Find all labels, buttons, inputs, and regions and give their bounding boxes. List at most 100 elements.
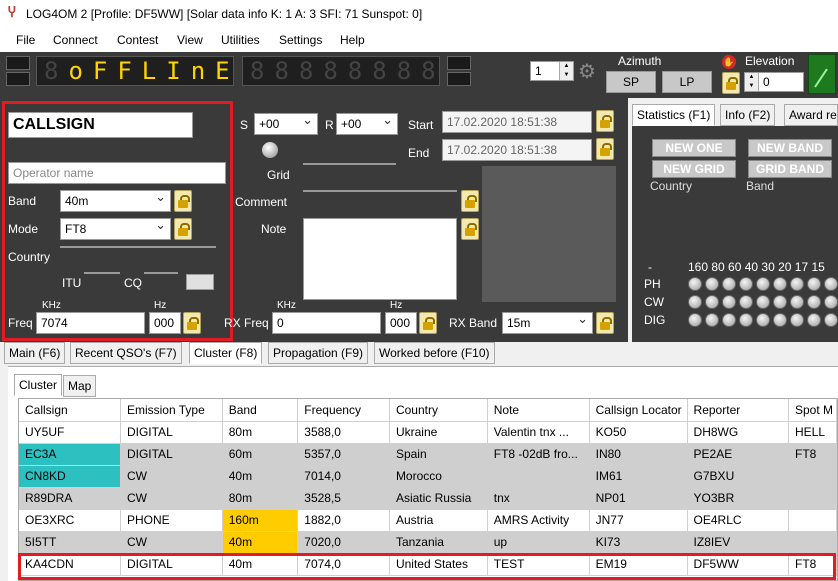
table-cell: 40m xyxy=(222,531,299,554)
rx-freq-khz-input[interactable]: 0 xyxy=(272,312,381,334)
table-cell: IZ8IEV xyxy=(687,531,789,554)
callsign-panel-highlight xyxy=(2,101,233,341)
band-led-icon xyxy=(773,295,787,309)
tab-propagation[interactable]: Propagation (F9) xyxy=(268,342,369,364)
table-row[interactable]: EC3A DIGITAL 60m 5357,0 Spain FT8 -02dB fro..… xyxy=(19,443,838,466)
offline-display: 8oFFLInE xyxy=(44,57,240,85)
spin-arrows-icon[interactable]: ▲ ▼ xyxy=(559,62,573,80)
table-cell: JN77 xyxy=(589,509,688,532)
table-cell: Spain xyxy=(389,443,488,466)
sp-button[interactable]: SP xyxy=(606,71,656,93)
stop-hand-icon[interactable]: ✋ xyxy=(722,55,736,69)
rx-hz-label: Hz xyxy=(390,300,403,311)
table-cell: 160m xyxy=(222,509,299,532)
column-header[interactable]: Spot M xyxy=(788,399,838,422)
note-textarea[interactable] xyxy=(303,218,457,300)
table-cell: Valentin tnx ... xyxy=(487,421,590,444)
rst-rcvd-select[interactable]: +00 xyxy=(336,113,398,135)
lock-icon[interactable] xyxy=(461,190,479,212)
table-cell: CW xyxy=(120,487,223,510)
comment-select[interactable] xyxy=(303,190,457,192)
lock-icon[interactable] xyxy=(419,312,437,334)
table-row[interactable]: CN8KD CW 40m 7014,0 Morocco IM61 G7BXU xyxy=(19,465,838,488)
spin-arrows-icon[interactable]: ▲ ▼ xyxy=(745,73,759,91)
lock-icon[interactable] xyxy=(461,218,479,240)
menu-utilities[interactable]: Utilities xyxy=(221,32,260,48)
tab-info[interactable]: Info (F2) xyxy=(720,104,776,126)
signal-icon xyxy=(808,54,836,94)
status-led xyxy=(447,56,471,70)
column-header[interactable]: Frequency xyxy=(297,399,390,422)
selected-spot-highlight xyxy=(18,553,836,580)
column-header[interactable]: Callsign Locator xyxy=(589,399,688,422)
column-header[interactable]: Band xyxy=(222,399,299,422)
start-time-input[interactable]: 17.02.2020 18:51:38 xyxy=(442,111,592,133)
rig-selector[interactable]: 1 ▲ ▼ xyxy=(530,61,574,81)
table-cell: IM61 xyxy=(589,465,688,488)
table-cell: R89DRA xyxy=(19,487,121,510)
table-cell: 80m xyxy=(222,421,299,444)
band-led-icon xyxy=(756,277,770,291)
menu-file[interactable]: File xyxy=(16,32,35,48)
menu-contest[interactable]: Contest xyxy=(117,32,158,48)
menu-connect[interactable]: Connect xyxy=(53,32,98,48)
table-cell: 7020,0 xyxy=(297,531,390,554)
rx-freq-hz-input[interactable]: 000 xyxy=(385,312,417,334)
column-header[interactable]: Note xyxy=(487,399,590,422)
new-grid-indicator: NEW GRID xyxy=(652,160,736,178)
r-label: R xyxy=(325,118,334,132)
band-led-icon xyxy=(705,277,719,291)
lock-icon[interactable] xyxy=(722,72,740,94)
stats-row-ph: PH xyxy=(644,277,661,291)
band-led-icon xyxy=(739,313,753,327)
table-cell xyxy=(788,465,838,488)
band-led-icon xyxy=(807,313,821,327)
lock-icon[interactable] xyxy=(596,138,614,160)
tab-recent-qsos[interactable]: Recent QSO's (F7) xyxy=(70,342,182,364)
cluster-table: Callsign Emission Type Band Frequency Co… xyxy=(19,399,838,576)
band-led-icon xyxy=(705,313,719,327)
table-cell: CW xyxy=(120,465,223,488)
table-cell: 3588,0 xyxy=(297,421,390,444)
column-header[interactable]: Reporter xyxy=(687,399,789,422)
rx-band-select[interactable]: 15m xyxy=(502,312,593,334)
table-row[interactable]: UY5UF DIGITAL 80m 3588,0 Ukraine Valentin tnx… xyxy=(19,421,838,444)
stats-row-cw: CW xyxy=(644,295,664,309)
tab-worked-before[interactable]: Worked before (F10) xyxy=(374,342,495,364)
band-led-icon xyxy=(739,295,753,309)
table-cell xyxy=(788,509,838,532)
band-led-icon xyxy=(688,277,702,291)
tab-main[interactable]: Main (F6) xyxy=(4,342,66,364)
table-row[interactable]: OE3XRC PHONE 160m 1882,0 Austria AMRS Activit… xyxy=(19,509,838,532)
tab-award[interactable]: Award re xyxy=(784,104,838,126)
menu-help[interactable]: Help xyxy=(340,32,365,48)
lp-button[interactable]: LP xyxy=(662,71,712,93)
menu-settings[interactable]: Settings xyxy=(279,32,322,48)
tab-statistics[interactable]: Statistics (F1) xyxy=(632,104,716,126)
table-cell: Austria xyxy=(389,509,488,532)
elevation-input[interactable]: 0 ▲ ▼ xyxy=(744,72,804,92)
table-cell: KI73 xyxy=(589,531,688,554)
start-label: Start xyxy=(408,118,434,132)
lock-icon[interactable] xyxy=(596,312,614,334)
rst-sent-select[interactable]: +00 xyxy=(254,113,318,135)
table-cell: IN80 xyxy=(589,443,688,466)
rx-freq-label: RX Freq xyxy=(224,316,269,330)
grid-input[interactable] xyxy=(303,163,396,165)
end-time-input[interactable]: 17.02.2020 18:51:38 xyxy=(442,139,592,161)
status-led xyxy=(447,72,471,86)
band-led-icon xyxy=(739,277,753,291)
table-row[interactable]: 5I5TT CW 40m 7020,0 Tanzania up KI73 IZ8IEV xyxy=(19,531,838,554)
table-row[interactable]: R89DRA CW 80m 3528,5 Asiatic Russia tnx NP01 YO… xyxy=(19,487,838,510)
tab-cluster[interactable]: Cluster (F8) xyxy=(189,342,263,364)
column-header[interactable]: Emission Type xyxy=(120,399,223,422)
lock-icon[interactable] xyxy=(596,110,614,132)
menu-view[interactable]: View xyxy=(177,32,203,48)
subtab-cluster[interactable]: Cluster xyxy=(14,374,63,396)
column-header[interactable]: Callsign xyxy=(19,399,121,422)
band-led-icon xyxy=(790,295,804,309)
table-cell: Morocco xyxy=(389,465,488,488)
subtab-map[interactable]: Map xyxy=(63,375,97,397)
gear-icon[interactable]: ⚙ xyxy=(578,62,596,82)
column-header[interactable]: Country xyxy=(389,399,488,422)
